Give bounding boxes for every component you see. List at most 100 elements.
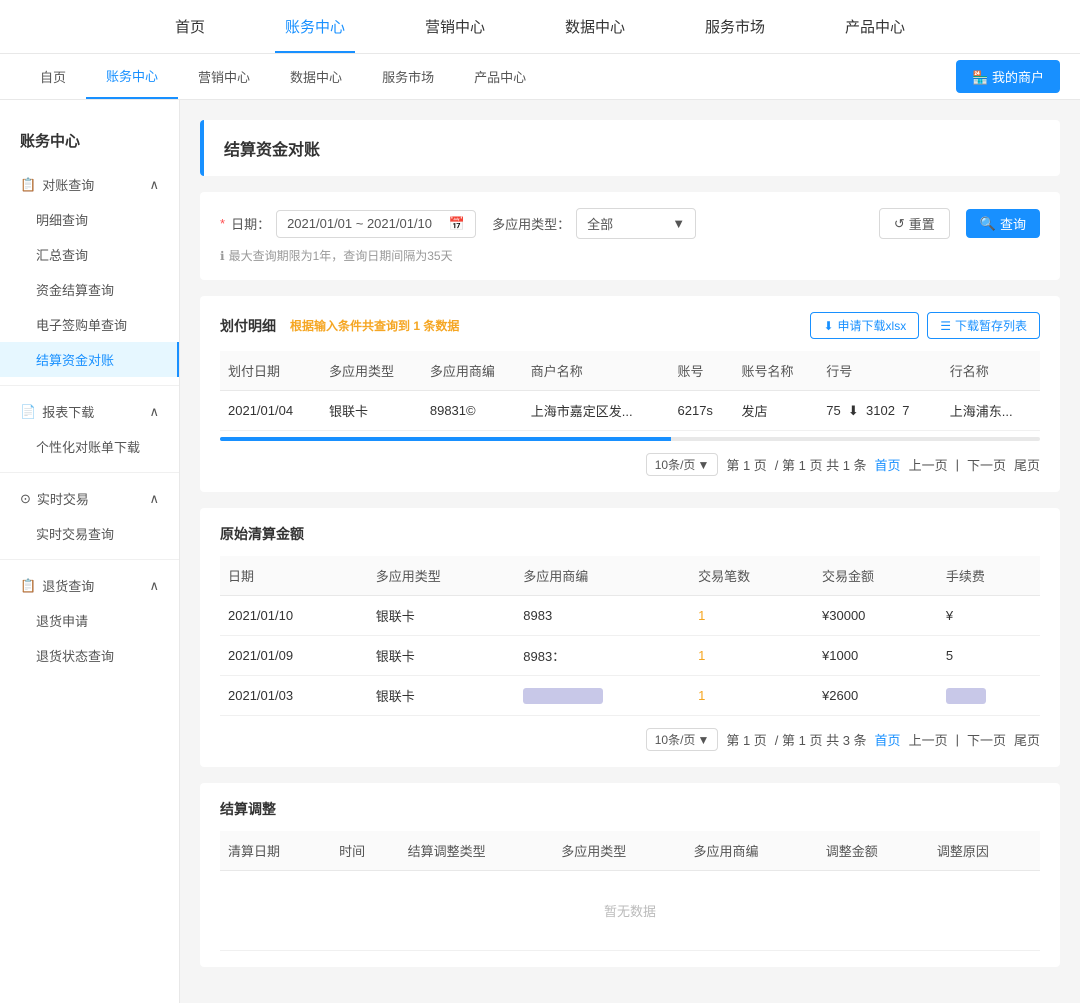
orig-amount-1: ¥1000 <box>814 636 938 676</box>
table-row: 2021/01/03 银联卡 1 ¥2600 <box>220 676 1040 716</box>
adjust-table-body: 暂无数据 <box>220 871 1040 951</box>
sidebar-group-realtime-label: 实时交易 <box>37 489 89 508</box>
chevron-up-icon: ∧ <box>149 177 159 193</box>
adjust-table-head: 清算日期 时间 结算调整类型 多应用类型 多应用商编 调整金额 调整原因 <box>220 831 1040 871</box>
sidebar-group-report-label: 报表下载 <box>42 402 94 421</box>
sidebar-item-settlement-reconciliation[interactable]: 结算资金对账 <box>0 342 179 377</box>
pagination-sep1: 上一页 <box>909 455 948 474</box>
sidebar-item-refund-status[interactable]: 退货状态查询 <box>0 638 179 673</box>
adjust-col-amount: 调整金额 <box>818 831 929 871</box>
refresh-icon: ↺ <box>894 216 905 232</box>
filter-row: * 日期： 2021/01/01 ~ 2021/01/10 📅 多应用类型： 全… <box>220 208 1040 239</box>
info-icon: ℹ <box>220 249 225 263</box>
table-row: 2021/01/09 银联卡 8983： 1 ¥1000 5 <box>220 636 1040 676</box>
page-size-chevron: ▼ <box>697 458 709 472</box>
orig-table-head: 日期 多应用类型 多应用商编 交易笔数 交易金额 手续费 <box>220 556 1040 596</box>
search-icon: 🔍 <box>980 216 996 232</box>
query-button[interactable]: 🔍 查询 <box>966 209 1040 238</box>
date-value: 2021/01/01 ~ 2021/01/10 <box>287 216 432 231</box>
col-pay-date: 划付日期 <box>220 351 321 391</box>
reset-button[interactable]: ↺ 重置 <box>879 208 950 239</box>
app-type-select[interactable]: 全部 ▼ <box>576 208 696 239</box>
empty-data-text: 暂无数据 <box>228 881 1032 940</box>
orig-date-2: 2021/01/03 <box>220 676 368 716</box>
sidebar-item-summary-query[interactable]: 汇总查询 <box>0 237 179 272</box>
orig-table-body: 2021/01/10 银联卡 8983 1 ¥30000 ¥ 2021/01/0… <box>220 596 1040 716</box>
adjust-col-time: 时间 <box>331 831 400 871</box>
orig-page-size-chevron: ▼ <box>697 733 709 747</box>
orig-pagination-sep: | <box>956 732 959 747</box>
report-icon: 📄 <box>20 404 36 420</box>
nav-accounting[interactable]: 账务中心 <box>275 0 355 53</box>
sidebar-item-esignature-query[interactable]: 电子签购单查询 <box>0 307 179 342</box>
table-row: 2021/01/04 银联卡 89831© 上海市嘉定区发... 6217s 发… <box>220 391 1040 431</box>
sidebar-divider-2 <box>0 472 179 473</box>
second-nav-product[interactable]: 产品中心 <box>454 55 546 98</box>
second-nav-home[interactable]: 自页 <box>20 55 86 98</box>
orig-fee-blur <box>946 688 986 704</box>
pagination-sep4: 尾页 <box>1014 455 1040 474</box>
col-app-code: 多应用商编 <box>422 351 523 391</box>
orig-fee-2 <box>938 676 1040 716</box>
second-nav-accounting[interactable]: 账务中心 <box>86 54 178 99</box>
sidebar-item-detail-query[interactable]: 明细查询 <box>0 202 179 237</box>
orig-first-page[interactable]: 首页 <box>875 730 901 749</box>
sidebar-group-refund[interactable]: 📋 退货查询 ∧ <box>0 568 179 603</box>
col-app-type: 多应用类型 <box>321 351 422 391</box>
sidebar-group-reconciliation-label: 对账查询 <box>42 175 94 194</box>
chevron-up-icon-report: ∧ <box>149 404 159 420</box>
page-title-bar: 结算资金对账 <box>200 120 1060 176</box>
sidebar-item-realtime-query[interactable]: 实时交易查询 <box>0 516 179 551</box>
payment-detail-table: 划付日期 多应用类型 多应用商编 商户名称 账号 账号名称 行号 行名称 202… <box>220 351 1040 431</box>
nav-data[interactable]: 数据中心 <box>555 0 635 53</box>
date-filter: * 日期： 2021/01/01 ~ 2021/01/10 📅 <box>220 210 476 238</box>
payment-first-page[interactable]: 首页 <box>875 455 901 474</box>
orig-amount-2: ¥2600 <box>814 676 938 716</box>
orig-appcode-1: 8983： <box>515 636 690 676</box>
sidebar-group-report[interactable]: 📄 报表下载 ∧ <box>0 394 179 429</box>
sidebar-group-reconciliation[interactable]: 📋 对账查询 ∧ <box>0 167 179 202</box>
scroll-bar[interactable] <box>220 437 1040 441</box>
sidebar-group-realtime[interactable]: ⊙ 实时交易 ∧ <box>0 481 179 516</box>
second-nav-market[interactable]: 服务市场 <box>362 55 454 98</box>
orig-page-total: / 第 1 页 共 3 条 <box>775 730 867 749</box>
nav-market[interactable]: 服务市场 <box>695 0 775 53</box>
merchant-name-cell: 上海市嘉定区发... <box>523 391 670 431</box>
sidebar-item-personalized-download[interactable]: 个性化对账单下载 <box>0 429 179 464</box>
orig-col-appcode: 多应用商编 <box>515 556 690 596</box>
nav-marketing[interactable]: 营销中心 <box>415 0 495 53</box>
orig-appcode-0: 8983 <box>515 596 690 636</box>
nav-home[interactable]: 首页 <box>165 0 215 53</box>
reset-label: 重置 <box>909 214 935 233</box>
nav-product[interactable]: 产品中心 <box>835 0 915 53</box>
sidebar-group-refund-label: 退货查询 <box>42 576 94 595</box>
pay-date-cell: 2021/01/04 <box>220 391 321 431</box>
orig-fee-0: ¥ <box>938 596 1040 636</box>
download-xlsx-button[interactable]: ⬇ 申请下载xlsx <box>810 312 919 339</box>
orig-col-fee: 手续费 <box>938 556 1040 596</box>
sidebar-item-fund-settlement[interactable]: 资金结算查询 <box>0 272 179 307</box>
col-bank-code: 行号 <box>818 351 942 391</box>
orig-page-size[interactable]: 10条/页 ▼ <box>646 728 719 751</box>
download-store-icon: ☰ <box>940 319 951 333</box>
payment-table-head: 划付日期 多应用类型 多应用商编 商户名称 账号 账号名称 行号 行名称 <box>220 351 1040 391</box>
orig-col-tradecount: 交易笔数 <box>690 556 814 596</box>
refund-icon: 📋 <box>20 578 36 594</box>
date-label: 日期： <box>231 214 270 233</box>
orig-appcode-2 <box>515 676 690 716</box>
main-layout: 账务中心 📋 对账查询 ∧ 明细查询 汇总查询 资金结算查询 电子签购单查询 结… <box>0 100 1080 1003</box>
second-nav-marketing[interactable]: 营销中心 <box>178 55 270 98</box>
payment-detail-title: 划付明细 <box>220 316 276 336</box>
app-type-value: 全部 <box>587 214 613 233</box>
orig-page-current: 第 1 页 <box>726 730 766 749</box>
payment-page-size[interactable]: 10条/页 ▼ <box>646 453 719 476</box>
date-input[interactable]: 2021/01/01 ~ 2021/01/10 📅 <box>276 210 476 238</box>
realtime-icon: ⊙ <box>20 491 31 507</box>
sidebar-item-refund-apply[interactable]: 退货申请 <box>0 603 179 638</box>
original-settlement-table: 日期 多应用类型 多应用商编 交易笔数 交易金额 手续费 2021/01/10 … <box>220 556 1040 716</box>
second-nav-data[interactable]: 数据中心 <box>270 55 362 98</box>
my-merchant-button[interactable]: 🏪 我的商户 <box>956 60 1060 93</box>
content-area: 结算资金对账 * 日期： 2021/01/01 ~ 2021/01/10 📅 多… <box>180 100 1080 1003</box>
empty-data-cell: 暂无数据 <box>220 871 1040 951</box>
download-store-button[interactable]: ☰ 下载暂存列表 <box>927 312 1040 339</box>
